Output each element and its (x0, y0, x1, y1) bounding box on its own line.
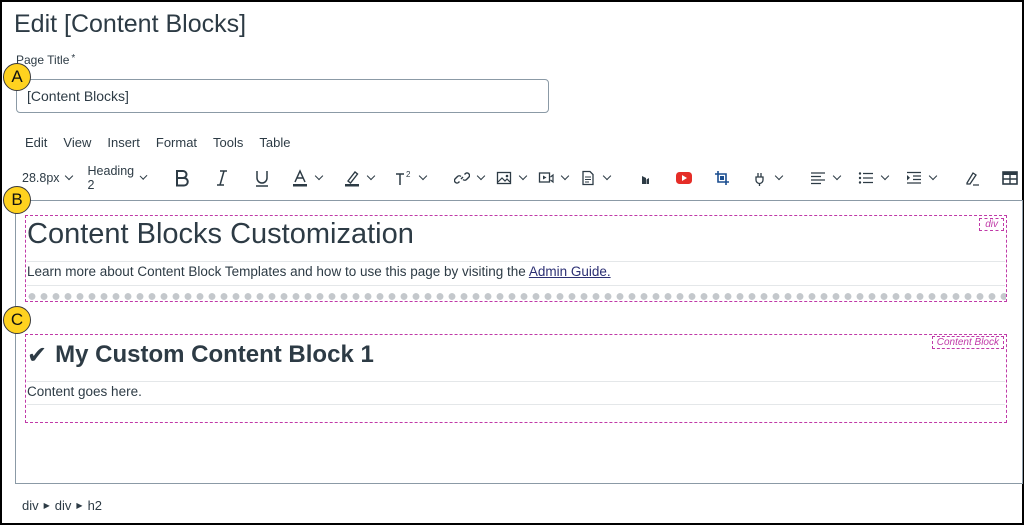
intro-text: Learn more about Content Block Templates… (27, 264, 529, 279)
bold-button[interactable] (167, 164, 197, 192)
underline-button[interactable] (247, 164, 277, 192)
menu-table[interactable]: Table (251, 135, 298, 150)
divider (27, 381, 1005, 382)
indent-button[interactable] (899, 164, 941, 192)
font-size-select[interactable]: 28.8px (17, 164, 77, 192)
chevron-down-icon (832, 171, 842, 181)
element-path-breadcrumb: div ▶ div ▶ h2 (22, 498, 102, 513)
page-title-input[interactable] (16, 79, 549, 113)
custom-block-heading-text: My Custom Content Block 1 (55, 341, 374, 368)
callout-marker-b: B (3, 186, 31, 214)
menu-view[interactable]: View (55, 135, 99, 150)
chevron-down-icon (518, 171, 528, 181)
highlight-button[interactable] (337, 164, 379, 192)
divider (27, 261, 1005, 262)
indent-icon (904, 168, 924, 188)
youtube-button[interactable] (669, 164, 699, 192)
chevron-down-icon (774, 171, 784, 181)
font-size-value: 28.8px (22, 171, 60, 185)
dotted-separator (26, 292, 1006, 301)
text-color-button[interactable] (285, 164, 327, 192)
chevron-down-icon (418, 171, 428, 181)
bold-icon (172, 168, 192, 188)
block-tag-label: div (979, 218, 1004, 231)
youtube-icon (674, 168, 694, 188)
path-item[interactable]: div (22, 498, 39, 513)
highlight-icon (342, 168, 362, 188)
page-title: Edit [Content Blocks] (14, 10, 247, 38)
apps-icon (636, 168, 656, 188)
caret-right-icon: ▶ (76, 501, 83, 510)
svg-text:2: 2 (406, 170, 411, 179)
content-block-div[interactable]: div Content Blocks Customization Learn m… (25, 215, 1007, 302)
apps-button[interactable] (631, 164, 661, 192)
editor-menubar: Edit View Insert Format Tools Table (17, 135, 298, 150)
table-button[interactable] (995, 164, 1024, 192)
block-tag-label: Content Block (931, 336, 1004, 349)
block-format-select[interactable]: Heading 2 (83, 164, 152, 192)
required-mark: * (71, 53, 76, 64)
custom-block-text[interactable]: Content goes here. (27, 384, 142, 399)
path-item[interactable]: div (55, 498, 72, 513)
superscript-button[interactable]: 2 (389, 164, 431, 192)
chevron-down-icon (139, 172, 148, 180)
callout-marker-a: A (3, 63, 31, 91)
table-icon (1000, 168, 1020, 188)
plugin-icon (750, 168, 770, 188)
chevron-down-icon (476, 171, 486, 181)
media-button[interactable] (531, 164, 573, 192)
menu-edit[interactable]: Edit (17, 135, 55, 150)
divider (27, 404, 1005, 405)
document-icon (578, 168, 598, 188)
superscript-icon: 2 (394, 168, 414, 188)
italic-button[interactable] (207, 164, 237, 192)
document-button[interactable] (573, 164, 615, 192)
align-icon (808, 168, 828, 188)
chevron-down-icon (314, 171, 324, 181)
align-button[interactable] (803, 164, 845, 192)
italic-icon (212, 168, 232, 188)
chevron-down-icon (64, 171, 73, 181)
callout-marker-c: C (3, 306, 31, 334)
path-item[interactable]: h2 (88, 498, 102, 513)
chevron-down-icon (366, 171, 376, 181)
divider (27, 285, 1005, 286)
link-icon (452, 168, 472, 188)
crop-button[interactable] (707, 164, 737, 192)
text-color-icon (290, 168, 310, 188)
intro-paragraph[interactable]: Learn more about Content Block Templates… (27, 264, 611, 279)
content-heading[interactable]: Content Blocks Customization (27, 218, 414, 251)
chevron-down-icon (928, 171, 938, 181)
chevron-down-icon (602, 171, 612, 181)
clear-format-icon (962, 168, 982, 188)
custom-content-block[interactable]: Content Block ✔ My Custom Content Block 1… (25, 334, 1007, 423)
image-button[interactable] (489, 164, 531, 192)
bullet-list-button[interactable] (851, 164, 893, 192)
caret-right-icon: ▶ (43, 501, 50, 510)
admin-guide-link[interactable]: Admin Guide. (529, 264, 611, 279)
menu-format[interactable]: Format (148, 135, 205, 150)
editor-toolbar: 28.8px Heading 2 2 (17, 163, 1022, 193)
menu-tools[interactable]: Tools (205, 135, 251, 150)
link-button[interactable] (447, 164, 489, 192)
media-icon (536, 168, 556, 188)
chevron-down-icon (880, 171, 890, 181)
menu-insert[interactable]: Insert (99, 135, 148, 150)
underline-icon (252, 168, 272, 188)
chevron-down-icon (560, 171, 570, 181)
block-format-value: Heading 2 (87, 164, 135, 192)
custom-block-heading[interactable]: ✔ My Custom Content Block 1 (27, 341, 374, 369)
plugin-button[interactable] (745, 164, 787, 192)
image-icon (494, 168, 514, 188)
checkmark-icon: ✔ (27, 341, 48, 369)
bullet-list-icon (856, 168, 876, 188)
crop-icon (712, 168, 732, 188)
clear-format-button[interactable] (957, 164, 987, 192)
